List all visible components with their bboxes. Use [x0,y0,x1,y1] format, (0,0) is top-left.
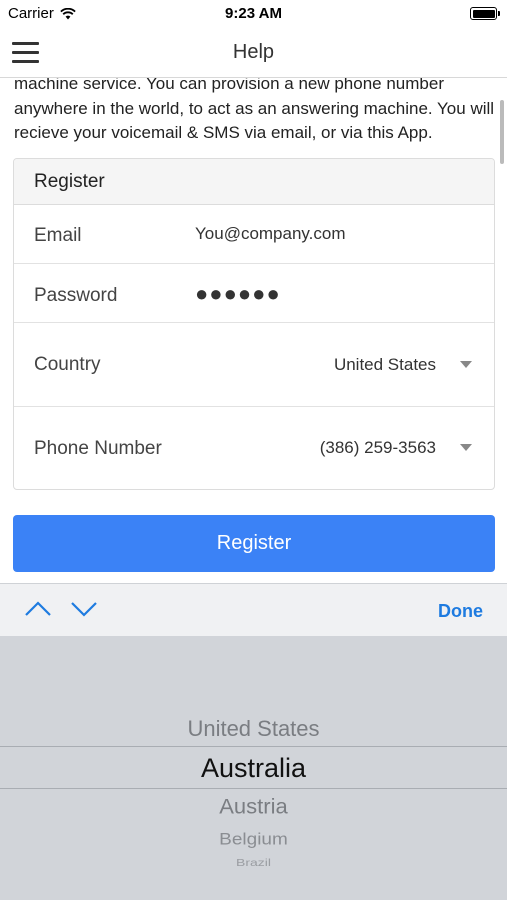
country-picker[interactable]: United States Australia Austria Belgium … [0,636,507,900]
country-row[interactable]: Country United States [14,323,494,407]
phone-label: Phone Number [34,438,162,459]
picker-divider [0,788,507,789]
keyboard-accessory-bar: Done [0,583,507,636]
status-time: 9:23 AM [225,5,282,22]
country-select[interactable]: United States [334,355,436,375]
nav-bar: Help [0,28,507,78]
picker-option[interactable] [0,872,507,876]
password-row[interactable]: Password ●●●●●● [14,264,494,323]
picker-option[interactable]: Belgium [0,830,507,849]
scrollbar[interactable] [500,100,504,164]
country-label: Country [34,354,101,375]
email-label: Email [34,225,82,246]
chevron-up-icon[interactable] [24,599,52,619]
picker-option[interactable]: United States [0,716,507,742]
intro-text: machine service. You can provision a new… [14,74,495,142]
chevron-down-icon[interactable] [70,599,98,619]
battery-icon [470,7,500,20]
phone-select[interactable]: (386) 259-3563 [320,438,436,458]
done-button[interactable]: Done [438,601,483,622]
status-bar: Carrier 9:23 AM [0,0,507,28]
password-label: Password [34,285,118,306]
picker-option-selected[interactable]: Australia [0,753,507,784]
picker-option[interactable]: Austria [0,795,507,820]
picker-divider [0,746,507,747]
register-form: Register Email You@company.com Password … [13,158,495,490]
email-row[interactable]: Email You@company.com [14,205,494,264]
email-field[interactable]: You@company.com [195,224,346,244]
chevron-down-icon [460,361,472,368]
picker-option[interactable]: Brazil [0,856,507,868]
form-header: Register [14,159,494,205]
phone-row[interactable]: Phone Number (386) 259-3563 [14,407,494,489]
page-title: Help [232,41,275,63]
password-field[interactable]: ●●●●●● [195,281,281,307]
register-button[interactable]: Register [13,515,495,572]
chevron-down-icon [460,444,472,451]
